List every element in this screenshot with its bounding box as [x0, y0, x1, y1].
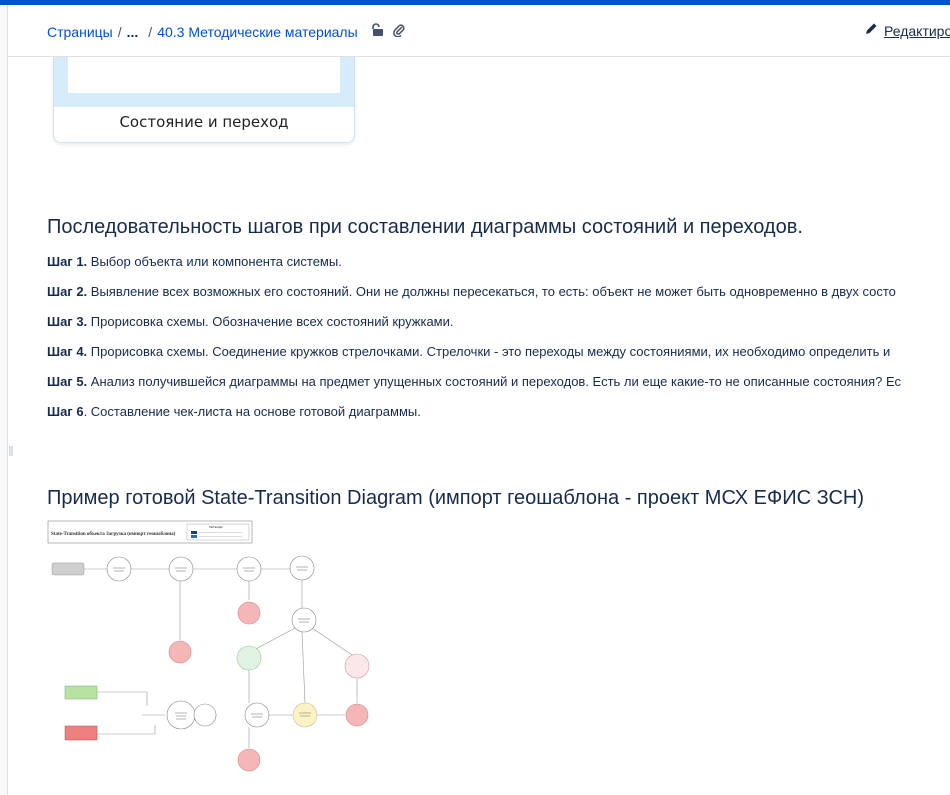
- diagram-error-node: [168, 640, 192, 664]
- left-sidebar-gutter: [0, 5, 8, 795]
- diagram-title: State-Transition объекта Загрузка (импор…: [51, 532, 176, 537]
- step-text: Выявление всех возможных его состояний. …: [87, 284, 896, 299]
- diagram-legend-title: ЛЕГЕНДА: [209, 525, 223, 529]
- thumbnail-caption: Состояние и переход: [119, 113, 289, 131]
- step-item: Шаг 5. Анализ получившейся диаграммы на …: [47, 374, 901, 389]
- diagram-state-node: [244, 702, 270, 728]
- diagram-state-node: [168, 556, 194, 582]
- step-label: Шаг 5.: [47, 374, 88, 389]
- step-text: Прорисовка схемы. Обозначение всех состо…: [87, 314, 454, 329]
- thumbnail-image: [54, 57, 354, 107]
- step-item: Шаг 3. Прорисовка схемы. Обозначение все…: [47, 314, 454, 329]
- diagram-state-node: [106, 556, 132, 582]
- diagram-state-node: [193, 703, 217, 727]
- sidebar-resize-handle[interactable]: ‖: [8, 444, 14, 458]
- pencil-icon: [864, 22, 878, 39]
- breadcrumb-separator: /: [117, 23, 122, 40]
- step-text: Прорисовка схемы. Соединение кружков стр…: [87, 344, 891, 359]
- step-item: Шаг 2. Выявление всех возможных его сост…: [47, 284, 896, 299]
- attachment-icon[interactable]: [392, 23, 405, 40]
- step-item: Шаг 4. Прорисовка схемы. Соединение круж…: [47, 344, 890, 359]
- step-item: Шаг 6. Составление чек-листа на основе г…: [47, 404, 421, 419]
- state-transition-diagram-image[interactable]: State-Transition объекта Загрузка (импор…: [47, 520, 387, 775]
- breadcrumb-ellipsis[interactable]: ...: [127, 24, 139, 40]
- diagram-legend-green-box: [64, 685, 98, 700]
- section-heading-steps: Последовательность шагов при составлении…: [47, 216, 803, 238]
- section-heading-example: Пример готовой State-Transition Diagram …: [47, 487, 865, 509]
- breadcrumb: Страницы / ... / 40.3 Методические матер…: [47, 23, 405, 40]
- diagram-legend-red-box: [64, 725, 98, 741]
- step-item: Шаг 1. Выбор объекта или компонента сист…: [47, 254, 342, 269]
- diagram-state-node: [236, 556, 262, 582]
- step-label: Шаг 1.: [47, 254, 88, 269]
- diagram-state-node: [289, 555, 315, 581]
- step-label: Шаг 4.: [47, 344, 88, 359]
- breadcrumb-separator: /: [148, 23, 153, 40]
- step-label: Шаг 2.: [47, 284, 88, 299]
- step-text: Выбор объекта или компонента системы.: [87, 254, 342, 269]
- diagram-state-node: [166, 700, 196, 730]
- diagram-error-node: [345, 703, 369, 727]
- edit-button-label: Редактиро: [884, 22, 950, 39]
- step-label: Шаг 3.: [47, 314, 88, 329]
- diagram-start-node: [51, 562, 85, 576]
- breadcrumb-current-link[interactable]: 40.3 Методические материалы: [157, 24, 357, 40]
- breadcrumb-root-link[interactable]: Страницы: [47, 24, 113, 40]
- unlock-icon[interactable]: [371, 23, 385, 40]
- diagram-error-node: [237, 748, 261, 772]
- page-header: Страницы / ... / 40.3 Методические матер…: [8, 5, 950, 57]
- thumbnail-card[interactable]: Состояние и переход: [53, 57, 355, 143]
- diagram-state-node: [344, 653, 370, 679]
- diagram-error-node: [237, 601, 261, 625]
- step-label: Шаг 6: [47, 404, 84, 419]
- diagram-state-node: [291, 607, 317, 633]
- edit-button[interactable]: Редактиро: [864, 22, 950, 39]
- diagram-pending-node: [292, 702, 318, 728]
- diagram-success-node: [236, 645, 262, 671]
- step-text: . Составление чек-листа на основе готово…: [83, 404, 421, 419]
- step-text: Анализ получившейся диаграммы на предмет…: [87, 374, 901, 389]
